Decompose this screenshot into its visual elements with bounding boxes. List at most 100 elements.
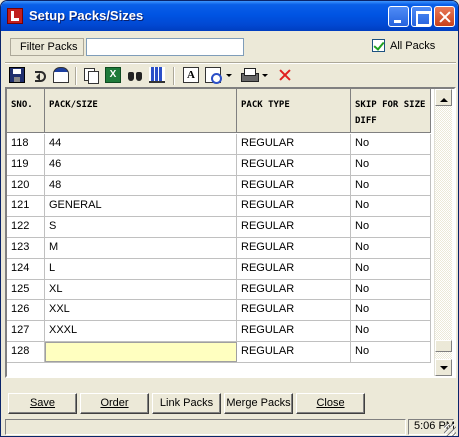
sno-cell[interactable]: 122: [7, 217, 45, 237]
sno-cell[interactable]: 123: [7, 237, 45, 258]
pack-type-cell[interactable]: REGULAR: [237, 279, 351, 300]
save-icon[interactable]: [9, 67, 25, 83]
pack-size-cell[interactable]: 46: [45, 154, 237, 175]
pack-type-cell[interactable]: REGULAR: [237, 154, 351, 175]
skip-size-diff-cell[interactable]: No: [351, 258, 431, 279]
vertical-scrollbar[interactable]: [434, 89, 452, 376]
packs-grid[interactable]: SNO. PACK/SIZE PACK TYPE SKIP FOR SIZE D…: [5, 87, 456, 378]
table-row[interactable]: 125 XL REGULAR No: [7, 279, 431, 301]
merge-packs-button[interactable]: Merge Packs: [224, 393, 293, 414]
sno-cell[interactable]: 120: [7, 175, 45, 196]
toolbar-separator: [173, 67, 175, 85]
sno-cell[interactable]: 121: [7, 196, 45, 217]
pack-size-cell[interactable]: M: [45, 237, 237, 258]
filter-packs-input[interactable]: [86, 38, 244, 56]
print-icon[interactable]: [241, 67, 259, 83]
toolbar: X A: [7, 65, 457, 87]
resize-grip-icon[interactable]: [444, 424, 456, 436]
copy-icon[interactable]: [83, 67, 99, 84]
skip-size-diff-cell[interactable]: No: [351, 279, 431, 300]
table-row[interactable]: 120 48 REGULAR No: [7, 175, 431, 197]
table-row[interactable]: 121 GENERAL REGULAR No: [7, 196, 431, 218]
print-preview-icon[interactable]: [205, 67, 222, 84]
pack-type-cell[interactable]: REGULAR: [237, 237, 351, 258]
column-header-skip-size-diff[interactable]: SKIP FOR SIZE DIFF: [351, 89, 431, 133]
skip-size-diff-cell[interactable]: No: [351, 321, 431, 341]
pack-type-cell[interactable]: REGULAR: [237, 175, 351, 196]
table-row[interactable]: 127 XXXL REGULAR No: [7, 321, 431, 342]
pack-size-cell[interactable]: 48: [45, 175, 237, 196]
table-row[interactable]: 126 XXL REGULAR No: [7, 300, 431, 322]
preview-dropdown-icon[interactable]: [226, 74, 232, 80]
pack-type-cell[interactable]: REGULAR: [237, 300, 351, 321]
sno-cell[interactable]: 128: [7, 341, 45, 362]
order-button[interactable]: Order: [80, 393, 149, 414]
skip-size-diff-cell[interactable]: No: [351, 196, 431, 217]
pack-size-cell[interactable]: XXXL: [45, 321, 237, 341]
scroll-up-button[interactable]: [435, 89, 452, 106]
pack-type-cell[interactable]: REGULAR: [237, 134, 351, 154]
skip-size-diff-cell[interactable]: No: [351, 154, 431, 175]
close-button[interactable]: Close: [296, 393, 365, 414]
maximize-button[interactable]: [411, 6, 432, 27]
excel-icon[interactable]: X: [105, 67, 121, 83]
sno-cell[interactable]: 118: [7, 134, 45, 154]
all-packs-label[interactable]: All Packs: [390, 40, 435, 52]
pack-size-cell[interactable]: 44: [45, 134, 237, 154]
skip-size-diff-cell[interactable]: No: [351, 175, 431, 196]
sno-cell[interactable]: 119: [7, 154, 45, 175]
pack-type-cell[interactable]: REGULAR: [237, 321, 351, 341]
status-pane: [5, 419, 406, 435]
delete-icon[interactable]: [277, 67, 293, 83]
column-header-pack-type[interactable]: PACK TYPE: [237, 89, 351, 133]
table-row[interactable]: 119 46 REGULAR No: [7, 154, 431, 176]
print-dropdown-icon[interactable]: [262, 74, 268, 80]
pack-size-cell[interactable]: GENERAL: [45, 196, 237, 217]
pack-size-cell[interactable]: XL: [45, 279, 237, 300]
sno-cell[interactable]: 127: [7, 321, 45, 341]
app-icon[interactable]: [7, 8, 23, 24]
table-row[interactable]: 122 S REGULAR No: [7, 217, 431, 238]
pack-type-cell[interactable]: REGULAR: [237, 258, 351, 279]
sno-cell[interactable]: 124: [7, 258, 45, 279]
skip-size-diff-cell[interactable]: No: [351, 300, 431, 321]
sno-cell[interactable]: 126: [7, 300, 45, 321]
pack-size-cell[interactable]: L: [45, 258, 237, 279]
minimize-button[interactable]: [388, 6, 409, 27]
undo-icon[interactable]: [31, 67, 47, 83]
table-row[interactable]: 118 44 REGULAR No: [7, 134, 431, 155]
pack-type-cell[interactable]: REGULAR: [237, 196, 351, 217]
scroll-track[interactable]: [435, 106, 452, 359]
pack-size-cell[interactable]: S: [45, 217, 237, 237]
table-row[interactable]: 128 REGULAR No: [7, 341, 431, 363]
column-header-sno[interactable]: SNO.: [7, 89, 45, 133]
save-button[interactable]: Save: [8, 393, 77, 414]
pack-size-cell[interactable]: [45, 341, 237, 362]
window-title: Setup Packs/Sizes: [29, 8, 144, 23]
find-icon[interactable]: [127, 67, 143, 83]
grid-header: SNO. PACK/SIZE PACK TYPE SKIP FOR SIZE D…: [7, 89, 431, 133]
title-bar[interactable]: Setup Packs/Sizes: [1, 1, 458, 31]
column-header-pack-size[interactable]: PACK/SIZE: [45, 89, 237, 133]
pack-type-cell[interactable]: REGULAR: [237, 341, 351, 362]
window-icon[interactable]: [53, 67, 69, 83]
all-packs-checkbox[interactable]: [372, 39, 385, 52]
scroll-thumb[interactable]: [435, 339, 452, 352]
table-row[interactable]: 123 M REGULAR No: [7, 237, 431, 259]
skip-size-diff-cell[interactable]: No: [351, 217, 431, 237]
table-row[interactable]: 124 L REGULAR No: [7, 258, 431, 280]
chart-icon[interactable]: [149, 67, 165, 83]
skip-size-diff-cell[interactable]: No: [351, 237, 431, 258]
sno-cell[interactable]: 125: [7, 279, 45, 300]
skip-size-diff-cell[interactable]: No: [351, 341, 431, 362]
grid-rows: 118 44 REGULAR No 119 46 REGULAR No 120 48 REGULAR…: [7, 134, 431, 363]
pack-size-cell[interactable]: XXL: [45, 300, 237, 321]
text-icon[interactable]: A: [183, 67, 199, 83]
skip-size-diff-cell[interactable]: No: [351, 134, 431, 154]
close-window-button[interactable]: [434, 6, 455, 27]
pack-type-cell[interactable]: REGULAR: [237, 217, 351, 237]
link-packs-button[interactable]: Link Packs: [152, 393, 221, 414]
toolbar-separator: [75, 67, 77, 85]
filter-packs-label: Filter Packs: [10, 38, 84, 56]
scroll-down-button[interactable]: [435, 359, 452, 376]
